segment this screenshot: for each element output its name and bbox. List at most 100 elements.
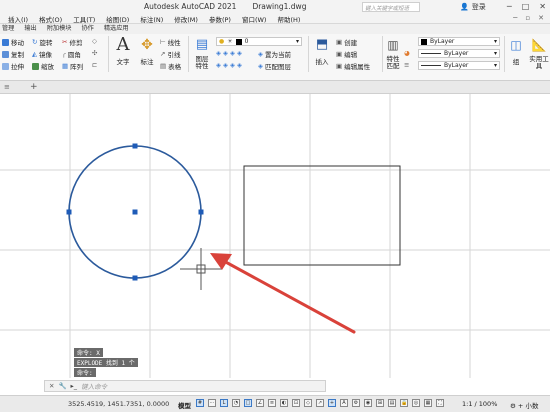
rotate-button[interactable]: ↻ 旋转 (32, 37, 52, 47)
edit-attributes-button[interactable]: ▣ 编辑属性 (336, 61, 370, 71)
dimension-button[interactable]: ✥ 标注 (136, 36, 158, 66)
selection-cycling-toggle[interactable]: ⊡ (292, 399, 300, 407)
doc-close-icon[interactable]: ✕ (538, 14, 544, 22)
match-layer-button[interactable]: ◈ 匹配图层 (258, 61, 291, 71)
properties-button[interactable]: ▥ 特性 匹配 (384, 36, 402, 70)
color-dropdown[interactable]: ByLayer ▾ (418, 37, 500, 46)
layer-color-swatch (235, 38, 242, 45)
command-line[interactable]: ✕ 🔧 ▸_ 键入命令 (44, 380, 326, 392)
linear-dim-icon: ⊢ (160, 38, 166, 46)
doc-restore-icon[interactable]: ▫ (525, 14, 530, 22)
linetype-dropdown[interactable]: ByLayer ▾ (418, 49, 500, 58)
sun-icon: ☀ (227, 38, 233, 45)
menu-item-tools[interactable]: 工具(T) (73, 14, 95, 24)
erase-button[interactable]: ◇ (92, 37, 97, 45)
text-button[interactable]: A 文字 (112, 36, 134, 67)
command-input[interactable]: 键入命令 (81, 381, 107, 391)
fillet-button[interactable]: ╭ 圆角 (62, 49, 81, 59)
color-wheel[interactable]: ◕ (404, 49, 410, 57)
menu-item-parametric[interactable]: 参数(P) (209, 14, 231, 24)
grip-right (198, 209, 204, 215)
copy-button[interactable]: 复制 (2, 49, 24, 59)
lineweight-tool[interactable]: ≡ (404, 61, 409, 69)
app-name: Autodesk AutoCAD 2021 (144, 2, 237, 11)
menu-item-format[interactable]: 格式(O) (39, 14, 62, 24)
menu-bar: 插入(I) 格式(O) 工具(T) 绘图(D) 标注(N) 修改(M) 参数(P… (8, 14, 300, 24)
model-space-button[interactable]: 模型 (178, 400, 191, 410)
wrench-icon[interactable]: 🔧 (58, 382, 66, 390)
explode-button[interactable]: ✣ (92, 49, 97, 57)
plus-icon[interactable]: + (30, 82, 38, 92)
group-button[interactable]: ◫ 组 (506, 36, 526, 66)
menu-icon[interactable]: ≡ (4, 83, 10, 91)
close-icon[interactable]: ✕ (539, 2, 546, 11)
grips[interactable] (66, 143, 204, 281)
search-input[interactable]: 键入关键字或短语 (362, 2, 420, 12)
hardware-acceleration-toggle[interactable]: ▦ (424, 399, 432, 407)
array-button[interactable]: ▦ 阵列 (62, 61, 83, 71)
3d-osnap-toggle[interactable]: ◇ (304, 399, 312, 407)
mirror-button[interactable]: ◭ 镜像 (32, 49, 52, 59)
lineweight-preview (421, 65, 441, 66)
leader-button[interactable]: ↗ 引线 (160, 49, 180, 59)
login-button[interactable]: 👤 登录 (460, 2, 486, 12)
otrack-toggle[interactable]: ∠ (256, 399, 264, 407)
layer-dropdown[interactable]: ● ☀ 0 ▾ (216, 37, 302, 46)
tab-featured-apps[interactable]: 精选应用 (104, 24, 129, 34)
polar-toggle[interactable]: ◔ (232, 399, 240, 407)
insert-button[interactable]: ⬒ 插入 (312, 36, 332, 66)
tab-addins[interactable]: 附加模块 (47, 24, 72, 34)
dynamic-ucs-toggle[interactable]: ↗ (316, 399, 324, 407)
drawing-canvas[interactable] (0, 94, 550, 378)
annotation-scale-toggle[interactable]: A (340, 399, 348, 407)
scale-button[interactable]: 缩放 (32, 61, 54, 71)
menu-item-dimension[interactable]: 标注(N) (140, 14, 163, 24)
table-button[interactable]: ▤ 表格 (160, 61, 181, 71)
annotation-monitor-toggle[interactable]: ◉ (364, 399, 372, 407)
menu-item-insert[interactable]: 插入(I) (8, 14, 28, 24)
isolate-objects-toggle[interactable]: ◎ (412, 399, 420, 407)
dynamic-input-toggle[interactable]: + (328, 399, 336, 407)
quick-properties-toggle[interactable]: ▤ (388, 399, 396, 407)
menu-item-draw[interactable]: 绘图(D) (106, 14, 129, 24)
minimize-icon[interactable]: ─ (507, 2, 512, 11)
menu-item-window[interactable]: 窗口(W) (242, 14, 267, 24)
stretch-button[interactable]: 拉伸 (2, 61, 24, 71)
snap-toggle[interactable]: ⋯ (208, 399, 216, 407)
ortho-toggle[interactable]: L (220, 399, 228, 407)
tab-manage[interactable]: 管理 (2, 24, 14, 34)
lock-ui-toggle[interactable]: 🔒 (400, 399, 408, 407)
linear-dim-button[interactable]: ⊢ 线性 (160, 37, 181, 47)
edit-block-button[interactable]: ▣ 编辑 (336, 49, 357, 59)
offset-button[interactable]: ⊏ (92, 61, 97, 69)
tab-output[interactable]: 输出 (24, 24, 36, 34)
units-toggle[interactable]: ⊞ (376, 399, 384, 407)
close-icon[interactable]: ✕ (49, 382, 54, 390)
lineweight-toggle[interactable]: ≡ (268, 399, 276, 407)
layer-properties-icon: ▤ (195, 37, 209, 52)
command-prompt-icon: ▸_ (70, 382, 78, 390)
layer-properties-button[interactable]: ▤ 图层特性 (192, 36, 212, 70)
osnap-toggle[interactable]: □ (244, 399, 252, 407)
move-button[interactable]: 移动 (2, 37, 24, 47)
doc-minimize-icon[interactable]: ─ (513, 14, 517, 22)
chevron-down-icon: ▾ (493, 62, 497, 69)
menu-item-help[interactable]: 帮助(H) (277, 14, 300, 24)
menu-item-modify[interactable]: 修改(M) (174, 14, 198, 24)
tab-collaborate[interactable]: 协作 (82, 24, 94, 34)
clean-screen-toggle[interactable]: ⛶ (436, 399, 444, 407)
table-icon: ▤ (160, 62, 167, 70)
workspace-toggle[interactable]: ⚙ (352, 399, 360, 407)
units-label[interactable]: ⚙ + 小数 (510, 400, 538, 410)
make-current-button[interactable]: ◈ 置为当前 (258, 49, 291, 59)
grid-toggle[interactable]: # (196, 399, 204, 407)
file-name: Drawing1.dwg (252, 2, 307, 11)
trim-button[interactable]: ✂ 修剪 (62, 37, 82, 47)
annotation-scale[interactable]: 1:1 / 100% (462, 400, 497, 408)
restore-icon[interactable]: □ (522, 2, 530, 11)
create-block-button[interactable]: ▣ 创建 (336, 37, 357, 47)
utilities-button[interactable]: 📐 实用工具 (528, 36, 550, 70)
drawing-surface[interactable] (0, 94, 550, 378)
lineweight-dropdown[interactable]: ByLayer ▾ (418, 61, 500, 70)
transparency-toggle[interactable]: ◐ (280, 399, 288, 407)
